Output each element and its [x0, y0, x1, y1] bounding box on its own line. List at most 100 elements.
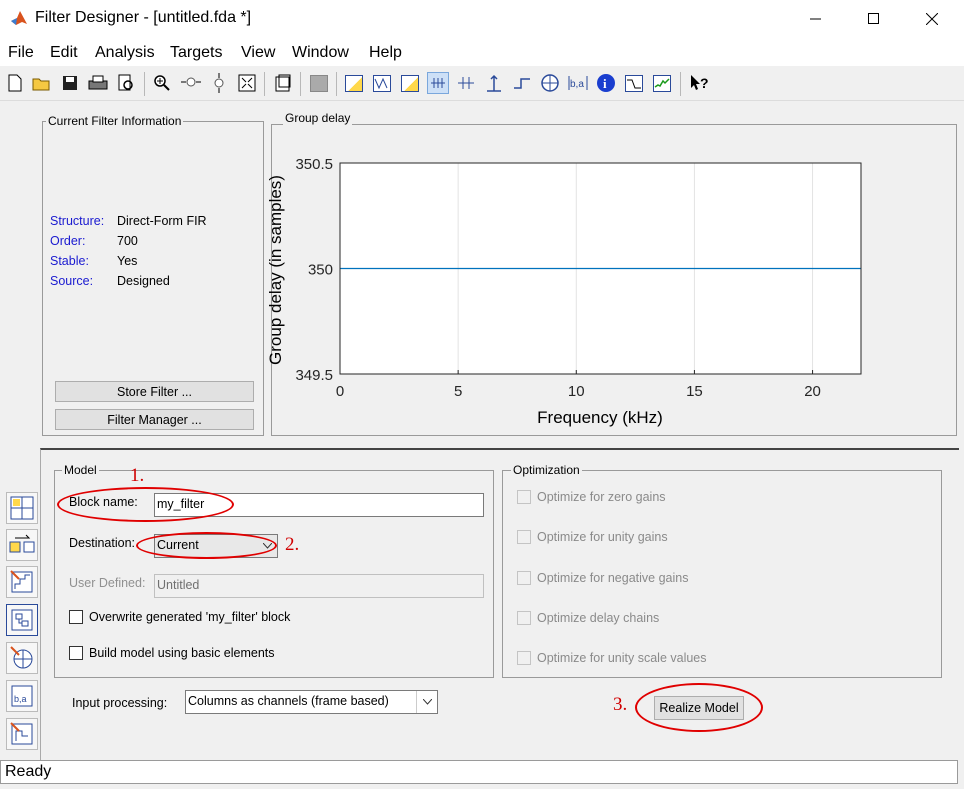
order-value: 700 — [117, 234, 138, 248]
group-delay-chart: 0 5 10 15 20 349.5 350 350.5 Frequency (kHz) G… — [266, 156, 862, 427]
phase-delay-icon[interactable] — [455, 72, 477, 94]
x-axis-label: Frequency (kHz) — [537, 408, 663, 427]
annotation-number-3: 3. — [613, 694, 628, 715]
design-filter-mode-icon[interactable] — [6, 492, 38, 524]
whats-this-icon[interactable]: ? — [688, 72, 710, 94]
menu-edit[interactable]: Edit — [50, 44, 78, 62]
opt-zero-gains-label: Optimize for zero gains — [537, 490, 666, 504]
pole-zero-editor-icon[interactable] — [6, 642, 38, 674]
new-icon[interactable] — [4, 72, 26, 94]
status-text: Ready — [5, 763, 52, 780]
magnitude-estimate-icon[interactable] — [623, 72, 645, 94]
x-tick-label: 0 — [336, 383, 344, 400]
filter-manager-button[interactable]: Filter Manager ... — [55, 409, 254, 430]
save-icon[interactable] — [59, 72, 81, 94]
window-title: Filter Designer - [untitled.fda *] — [35, 9, 252, 26]
user-defined-label: User Defined: — [69, 576, 146, 590]
opt-unity-gains-label: Optimize for unity gains — [537, 530, 668, 544]
mag-phase-icon[interactable] — [399, 72, 421, 94]
toolbar-separator — [144, 72, 145, 96]
toolbar-separator — [680, 72, 681, 96]
group-delay-icon[interactable] — [427, 72, 449, 94]
print-icon[interactable] — [87, 72, 109, 94]
menu-analysis[interactable]: Analysis — [95, 44, 155, 62]
x-tick-label: 5 — [454, 383, 462, 400]
filter-type-icon[interactable] — [308, 72, 330, 94]
transform-filter-icon[interactable] — [6, 529, 38, 561]
destination-label: Destination: — [69, 536, 136, 550]
realize-model-mode-icon[interactable] — [6, 604, 38, 636]
quantization-icon[interactable] — [6, 566, 38, 598]
status-bar: Ready — [0, 760, 958, 784]
x-tick-label: 20 — [804, 383, 821, 400]
menu-window[interactable]: Window — [292, 44, 349, 62]
opt-unity-gains-checkbox[interactable] — [517, 530, 531, 544]
toolbar-separator — [264, 72, 265, 96]
opt-unity-scale-label: Optimize for unity scale values — [537, 651, 707, 665]
user-defined-input[interactable]: Untitled — [154, 574, 484, 598]
current-filter-title: Current Filter Information — [46, 114, 184, 128]
phase-response-icon[interactable] — [371, 72, 393, 94]
store-filter-button[interactable]: Store Filter ... — [55, 381, 254, 402]
basic-elements-checkbox[interactable] — [69, 646, 83, 660]
import-filter-icon[interactable] — [6, 718, 38, 750]
opt-unity-scale-checkbox[interactable] — [517, 651, 531, 665]
svg-text:?: ? — [700, 75, 709, 91]
full-view-icon[interactable] — [236, 72, 258, 94]
zoom-in-icon[interactable] — [151, 72, 173, 94]
minimize-button[interactable] — [788, 0, 844, 38]
zoom-y-icon[interactable] — [208, 72, 230, 94]
round-off-noise-icon[interactable] — [651, 72, 673, 94]
magnitude-response-icon[interactable] — [343, 72, 365, 94]
menu-help[interactable]: Help — [369, 44, 402, 62]
annotation-number-2: 2. — [285, 534, 300, 555]
x-tick-label: 15 — [686, 383, 703, 400]
annotation-oval-realize — [635, 683, 763, 732]
close-button[interactable] — [904, 0, 960, 38]
maximize-button[interactable] — [846, 0, 902, 38]
filter-coefficients-icon[interactable]: b,a — [567, 72, 589, 94]
dropdown-arrow-button — [416, 691, 438, 713]
overwrite-label: Overwrite generated 'my_filter' block — [89, 610, 291, 624]
source-value: Designed — [117, 274, 170, 288]
y-tick-label: 350 — [308, 262, 333, 279]
y-tick-label: 350.5 — [295, 156, 333, 173]
chevron-down-icon — [423, 699, 432, 705]
menu-view[interactable]: View — [241, 44, 275, 62]
opt-delay-chains-checkbox[interactable] — [517, 611, 531, 625]
x-tick-label: 10 — [568, 383, 585, 400]
annotation-oval-block-name — [57, 487, 234, 522]
opt-negative-gains-label: Optimize for negative gains — [537, 571, 689, 585]
print-preview-icon[interactable] — [115, 72, 137, 94]
stable-label: Stable: — [50, 254, 89, 268]
input-processing-label: Input processing: — [72, 696, 168, 710]
open-icon[interactable] — [31, 72, 53, 94]
y-tick-label: 349.5 — [295, 367, 333, 384]
svg-text:i: i — [603, 76, 607, 91]
model-group-title: Model — [62, 463, 99, 477]
input-processing-dropdown[interactable]: Columns as channels (frame based) — [185, 690, 438, 714]
svg-text:b,a: b,a — [570, 79, 584, 90]
structure-label: Structure: — [50, 214, 105, 228]
opt-zero-gains-checkbox[interactable] — [517, 490, 531, 504]
order-label: Order: — [50, 234, 86, 248]
impulse-response-icon[interactable] — [483, 72, 505, 94]
overwrite-checkbox[interactable] — [69, 610, 83, 624]
filter-info-icon[interactable]: i — [595, 72, 617, 94]
multirate-icon[interactable]: b,a — [6, 680, 38, 712]
group-delay-panel-title: Group delay — [283, 111, 353, 125]
opt-negative-gains-checkbox[interactable] — [517, 571, 531, 585]
svg-text:b,a: b,a — [14, 694, 27, 704]
y-axis-label: Group delay (in samples) — [266, 175, 285, 365]
matlab-logo-icon — [10, 9, 28, 27]
menu-file[interactable]: File — [8, 44, 34, 62]
source-label: Source: — [50, 274, 94, 288]
zoom-x-icon[interactable] — [180, 72, 202, 94]
step-response-icon[interactable] — [511, 72, 533, 94]
optimization-group-title: Optimization — [511, 463, 582, 477]
pole-zero-icon[interactable] — [539, 72, 561, 94]
y-ticks: 349.5 350 350.5 — [295, 156, 344, 384]
opt-delay-chains-label: Optimize delay chains — [537, 611, 660, 625]
new-figure-icon[interactable] — [272, 72, 294, 94]
menu-targets[interactable]: Targets — [170, 44, 222, 62]
